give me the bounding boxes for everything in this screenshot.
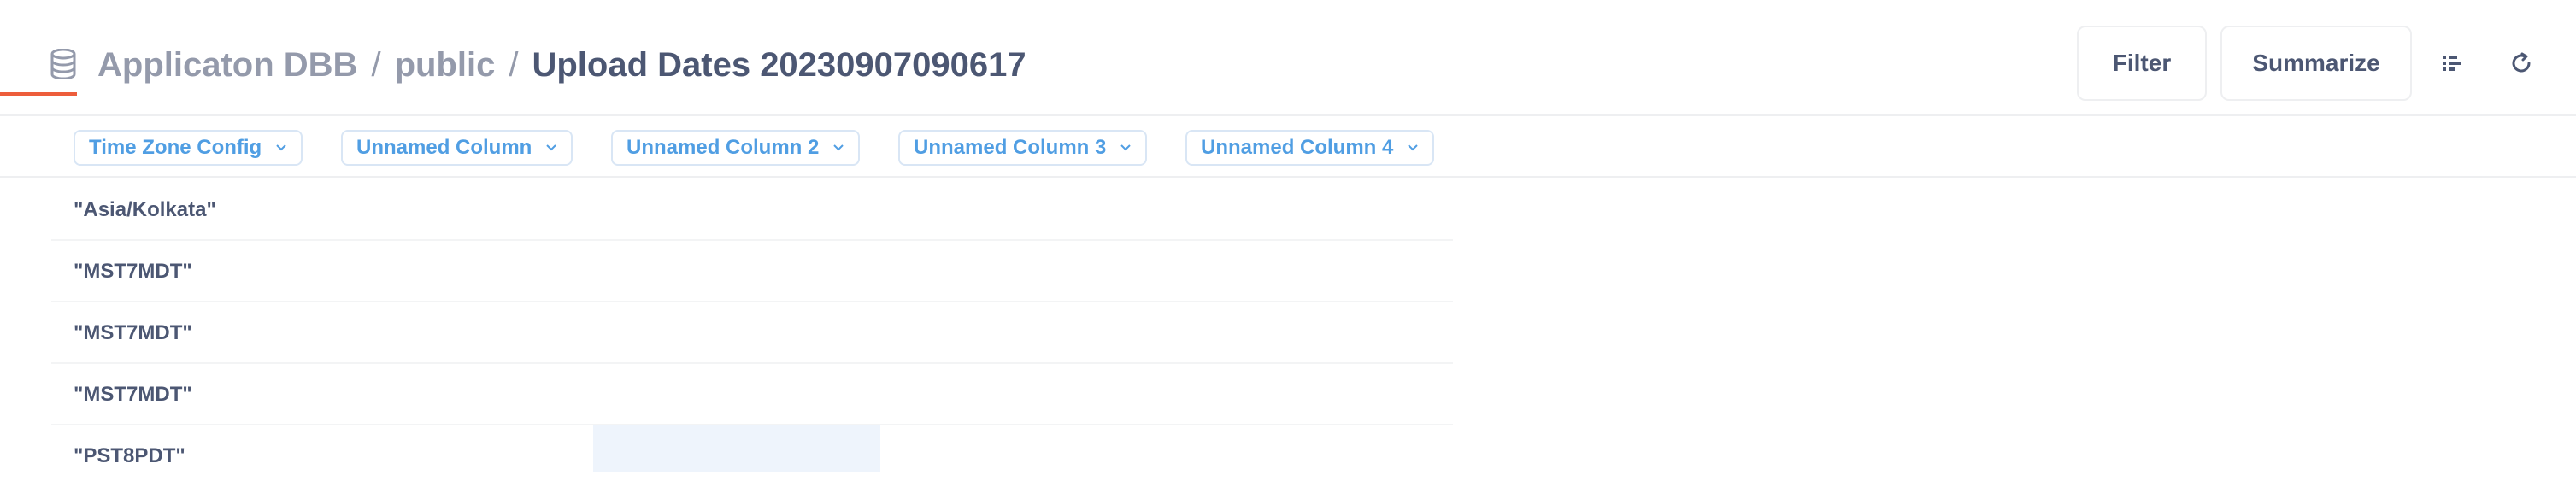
column-label: Unnamed Column 4 — [1201, 136, 1394, 159]
chevron-down-icon — [1120, 144, 1132, 151]
column-header-unnamed-column[interactable]: Unnamed Column — [341, 130, 573, 166]
column-header-unnamed-column-3[interactable]: Unnamed Column 3 — [898, 130, 1148, 166]
table-row[interactable]: "MST7MDT" — [0, 302, 1453, 364]
refresh-button[interactable] — [2504, 46, 2538, 80]
table-row[interactable]: "MST7MDT" — [0, 364, 1453, 425]
chevron-down-icon — [833, 144, 844, 151]
hovered-cell[interactable] — [593, 425, 880, 472]
table-row[interactable]: "MST7MDT" — [0, 241, 1453, 302]
chevron-down-icon — [546, 144, 557, 151]
column-header-unnamed-column-4[interactable]: Unnamed Column 4 — [1185, 130, 1435, 166]
filter-button[interactable]: Filter — [2077, 26, 2207, 101]
chevron-down-icon — [1408, 144, 1419, 151]
column-header-unnamed-column-2[interactable]: Unnamed Column 2 — [611, 130, 861, 166]
refresh-icon — [2512, 52, 2531, 73]
breadcrumb-separator: / — [509, 45, 519, 84]
table-cell-time-zone: "MST7MDT" — [74, 260, 192, 283]
breadcrumb-schema[interactable]: public — [395, 46, 496, 85]
table-cell-time-zone: "Asia/Kolkata" — [74, 198, 216, 221]
breadcrumb-database[interactable]: Applicaton DBB — [97, 46, 357, 85]
list-view-button[interactable] — [2436, 46, 2470, 80]
breadcrumb-separator: / — [371, 45, 381, 84]
database-icon — [50, 49, 76, 79]
table-cell-time-zone: "PST8PDT" — [74, 444, 185, 467]
column-label: Unnamed Column 3 — [914, 136, 1107, 159]
chevron-down-icon — [276, 144, 286, 151]
table-row[interactable]: "PST8PDT" — [0, 425, 1453, 487]
summarize-button[interactable]: Summarize — [2220, 26, 2412, 101]
header: Applicaton DBB / public / Upload Dates 2… — [0, 0, 2576, 116]
column-header-row: Time Zone Config Unnamed Column Unnamed … — [0, 116, 2576, 178]
column-label: Unnamed Column — [356, 136, 532, 159]
table-cell-time-zone: "MST7MDT" — [74, 383, 192, 406]
column-header-time-zone-config[interactable]: Time Zone Config — [74, 130, 303, 166]
loading-bar — [0, 92, 77, 96]
column-label: Unnamed Column 2 — [626, 136, 820, 159]
table-cell-time-zone: "MST7MDT" — [74, 321, 192, 344]
page-title: Upload Dates 20230907090617 — [532, 45, 1026, 84]
column-label: Time Zone Config — [89, 136, 262, 159]
breadcrumb: Applicaton DBB / public / Upload Dates 2… — [97, 41, 1026, 89]
table-row[interactable]: "Asia/Kolkata" — [0, 179, 1453, 241]
list-icon — [2443, 56, 2461, 71]
